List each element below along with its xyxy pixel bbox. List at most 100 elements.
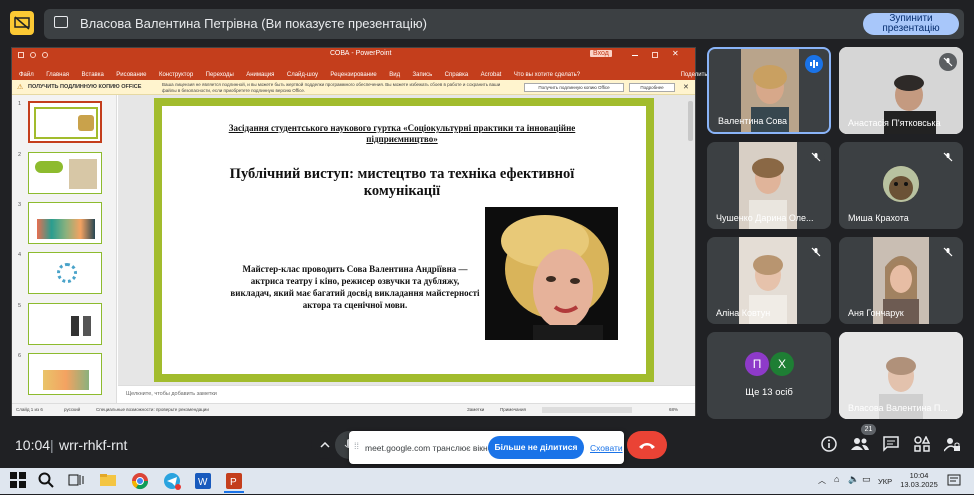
- notifications-icon[interactable]: [947, 473, 961, 487]
- participant-name: Аліна Ковтун: [716, 308, 771, 318]
- svg-text:P: P: [230, 477, 237, 488]
- system-clock[interactable]: 10:04 13.03.2025: [900, 471, 938, 489]
- slide-thumbnail-2[interactable]: [28, 152, 102, 194]
- network-icon[interactable]: ⌂: [834, 474, 839, 484]
- thumb-number: 1: [18, 101, 22, 107]
- menu-file[interactable]: Файл: [19, 72, 34, 78]
- participant-tile[interactable]: Валентина Сова: [707, 47, 831, 134]
- participant-name: Власова Валентина П...: [848, 403, 948, 413]
- people-count-badge: 21: [861, 424, 876, 435]
- comments-toggle[interactable]: Примечания: [500, 407, 526, 412]
- file-explorer-icon[interactable]: [99, 472, 117, 490]
- volume-icon[interactable]: 🔈: [848, 474, 859, 485]
- save-icon: [18, 52, 24, 58]
- vertical-scrollbar[interactable]: [688, 101, 693, 141]
- participant-tile[interactable]: Власова Валентина П...: [839, 332, 963, 419]
- battery-icon[interactable]: ▭: [862, 474, 871, 485]
- thumb-number: 4: [18, 252, 22, 258]
- menu-home[interactable]: Главная: [46, 72, 69, 78]
- powerpoint-icon[interactable]: P: [225, 472, 243, 490]
- close-icon[interactable]: ✕: [672, 49, 679, 58]
- stop-sharing-button[interactable]: Більше не ділитися: [488, 436, 584, 459]
- participant-tile[interactable]: Анастасія П'ятковська: [839, 47, 963, 134]
- hide-toast-link[interactable]: Сховати: [590, 443, 623, 453]
- notes-placeholder: Щелкните, чтобы добавить заметки: [126, 391, 217, 397]
- license-warning-bar: ⚠ ПОЛУЧИТЬ ПОДЛИННУЮ КОПИЮ OFFICE Ваша л…: [12, 80, 695, 95]
- telegram-icon[interactable]: [163, 472, 181, 490]
- zoom-level[interactable]: 68%: [669, 407, 678, 412]
- slide-thumbnail-1[interactable]: [28, 101, 102, 143]
- menu-acrobat[interactable]: Acrobat: [481, 72, 502, 78]
- slide-heading: Засідання студентського наукового гуртка…: [228, 123, 576, 144]
- minimize-icon[interactable]: [632, 52, 638, 56]
- participant-tile[interactable]: Миша Крахота: [839, 142, 963, 229]
- warning-icon: ⚠: [17, 84, 24, 91]
- menu-tell-me[interactable]: Что вы хотите сделать?: [514, 72, 580, 78]
- slide-thumbnail-6[interactable]: [28, 353, 102, 395]
- menu-record[interactable]: Запись: [413, 72, 433, 78]
- mic-off-icon: [939, 53, 957, 71]
- thumb-number: 5: [18, 303, 22, 309]
- ppt-window-title: СОВА - PowerPoint: [330, 50, 392, 57]
- task-view-icon[interactable]: [68, 472, 86, 490]
- ppt-title-bar: СОВА - PowerPoint Вход ✕: [12, 48, 695, 63]
- thumb-number: 2: [18, 152, 22, 158]
- current-slide[interactable]: Засідання студентського наукового гуртка…: [154, 98, 654, 382]
- leave-call-button[interactable]: [627, 431, 667, 459]
- keyboard-language[interactable]: УКР: [878, 477, 892, 486]
- more-participants-tile[interactable]: П Х Ще 13 осіб: [707, 332, 831, 419]
- warning-body: Ваша лицензия не является подлинной, и в…: [162, 82, 501, 93]
- participant-name: Валентина Сова: [718, 116, 788, 126]
- windows-start-icon[interactable]: [10, 472, 28, 490]
- stop-presenting-button[interactable]: Зупинити презентацію: [863, 13, 959, 35]
- chat-icon[interactable]: [881, 434, 901, 454]
- presenting-icon: [10, 11, 34, 35]
- ppt-status-bar: Слайд 1 из 6 русский Специальные возможн…: [12, 403, 695, 416]
- slide-thumbnail-5[interactable]: [28, 303, 102, 345]
- activities-icon[interactable]: [912, 434, 932, 454]
- meeting-details-icon[interactable]: [819, 434, 839, 454]
- search-icon[interactable]: [38, 472, 56, 490]
- accessibility-status[interactable]: Специальные возможности: проверьте реком…: [96, 407, 209, 412]
- share-screen-icon: [54, 16, 68, 28]
- menu-review[interactable]: Рецензирование: [330, 72, 376, 78]
- participant-tile[interactable]: Аня Гончарук: [839, 237, 963, 324]
- participant-avatar: Х: [770, 352, 794, 376]
- menu-transitions[interactable]: Переходы: [206, 72, 234, 78]
- thumb-number: 3: [18, 202, 22, 208]
- notes-toggle[interactable]: Заметки: [467, 407, 484, 412]
- meeting-code: wrr-rhkf-rnt: [59, 437, 128, 453]
- tray-chevron-icon[interactable]: ︿: [818, 475, 826, 486]
- maximize-icon[interactable]: [652, 52, 658, 58]
- separator: |: [50, 437, 54, 453]
- menu-design[interactable]: Конструктор: [159, 72, 193, 78]
- ppt-login-button[interactable]: Вход: [590, 50, 612, 57]
- menu-view[interactable]: Вид: [389, 72, 400, 78]
- menu-draw[interactable]: Рисование: [116, 72, 146, 78]
- mic-off-icon: [807, 148, 825, 166]
- menu-help[interactable]: Справка: [445, 72, 469, 78]
- clock-date: 13.03.2025: [900, 480, 938, 489]
- participant-tile[interactable]: Аліна Ковтун: [707, 237, 831, 324]
- slide-thumbnail-4[interactable]: [28, 252, 102, 294]
- chrome-icon[interactable]: [131, 472, 149, 490]
- menu-animations[interactable]: Анимация: [246, 72, 274, 78]
- word-icon[interactable]: W: [194, 472, 212, 490]
- host-controls-icon[interactable]: [942, 434, 962, 454]
- menu-insert[interactable]: Вставка: [82, 72, 104, 78]
- notes-pane[interactable]: Щелкните, чтобы добавить заметки: [118, 385, 695, 403]
- close-warning-icon[interactable]: ✕: [683, 83, 689, 91]
- slide-title: Публічний виступ: мистецтво та техніка е…: [229, 166, 575, 199]
- learn-more-button[interactable]: Подробнее: [629, 83, 675, 92]
- people-icon[interactable]: [850, 434, 870, 454]
- slide-thumbnail-3[interactable]: [28, 202, 102, 244]
- menu-slideshow[interactable]: Слайд-шоу: [287, 72, 318, 78]
- presenting-status-text: Власова Валентина Петрівна (Ви показуєте…: [80, 16, 427, 31]
- drag-handle-icon[interactable]: ⁞⁞: [354, 441, 359, 451]
- more-participants-label: Ще 13 осіб: [745, 387, 793, 398]
- redo-icon: [42, 52, 48, 58]
- slide-thumbnails-pane: 1 2 3 4 5 6: [12, 95, 117, 403]
- get-genuine-office-button[interactable]: Получить подлинную копию Office: [524, 83, 624, 92]
- participant-tile[interactable]: Чушенко Дарина Оле...: [707, 142, 831, 229]
- view-buttons[interactable]: [542, 407, 632, 413]
